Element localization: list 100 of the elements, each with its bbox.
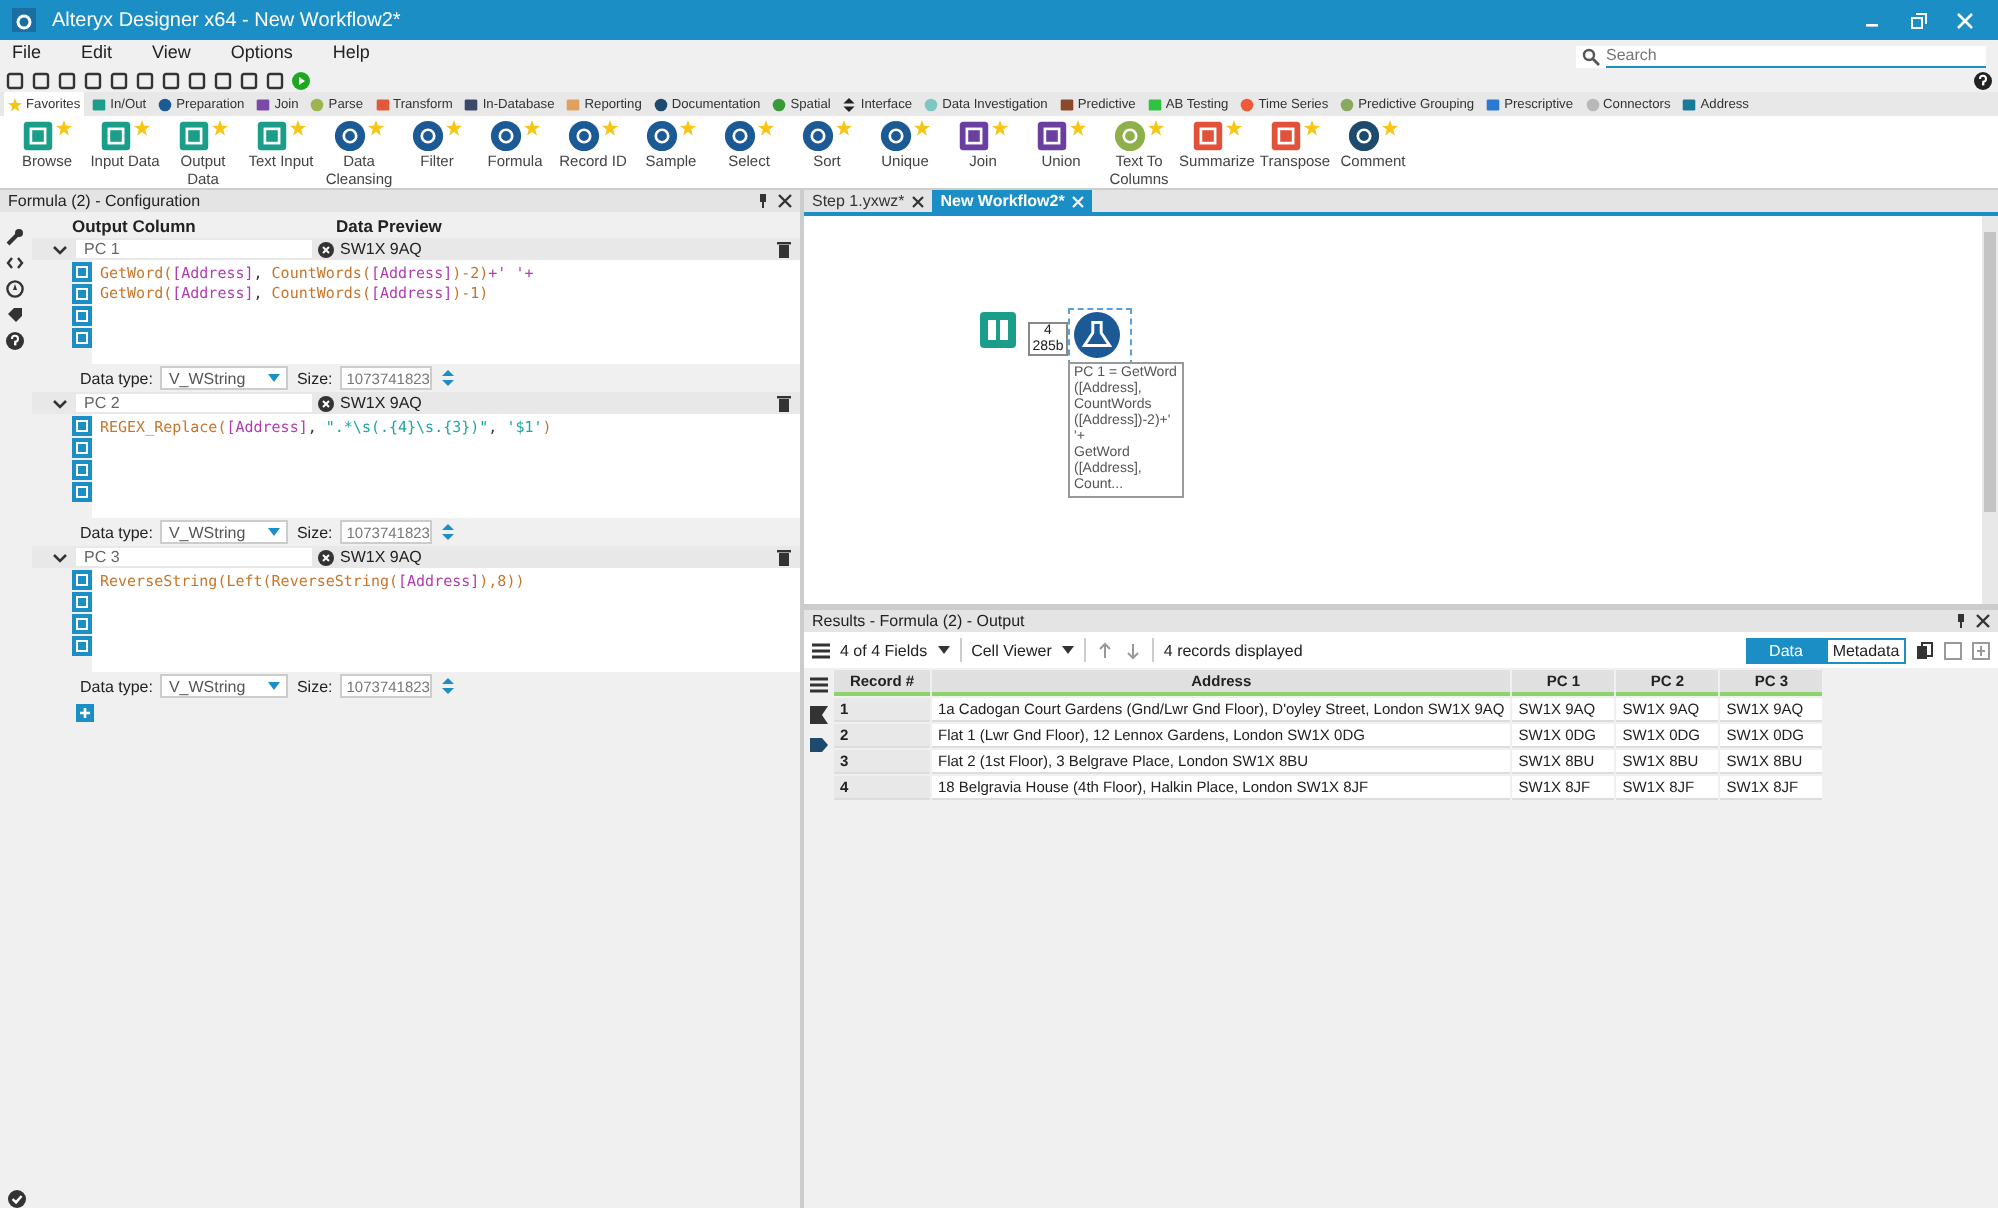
data-preview: SW1X 9AQ [340, 240, 424, 258]
field-label: Size: [296, 677, 333, 695]
flask-icon[interactable] [1074, 312, 1120, 358]
viewer-dropdown[interactable]: Cell Viewer [971, 641, 1052, 659]
star-icon [1382, 120, 1398, 136]
tool-icon[interactable] [1036, 120, 1068, 152]
export-icon[interactable] [1972, 641, 1990, 659]
field-label: Data type: [80, 677, 153, 695]
workflow-tab[interactable]: New Workflow2* [932, 190, 1093, 212]
compass-icon[interactable] [5, 280, 23, 298]
scrollbar[interactable] [1982, 216, 1998, 604]
close-icon[interactable] [1976, 614, 1990, 628]
view-tab[interactable]: Data [1746, 637, 1826, 663]
tool-icon[interactable] [1348, 120, 1380, 152]
star-icon [290, 120, 306, 136]
chevron-down-icon[interactable] [52, 549, 68, 565]
column-header: Data Preview [334, 215, 442, 235]
star-icon [134, 120, 150, 136]
arrow-down-icon[interactable] [1123, 641, 1142, 659]
star-icon [1070, 120, 1086, 136]
star-icon [524, 120, 540, 136]
menu-item[interactable]: Options [230, 42, 293, 62]
output-column-field[interactable]: PC 3 [76, 548, 312, 566]
tool-icon[interactable] [568, 120, 600, 152]
trash-icon[interactable] [776, 548, 792, 566]
panel-title: Results - Formula (2) - Output [812, 612, 1027, 630]
star-icon [758, 120, 774, 136]
output-column-field[interactable]: PC 1 [76, 240, 312, 258]
flag-icon[interactable] [809, 706, 827, 724]
tool-icon[interactable] [1270, 120, 1302, 152]
add-icon[interactable] [76, 703, 94, 721]
spinner-icon[interactable] [440, 522, 457, 542]
tag-icon[interactable] [5, 306, 23, 324]
star-icon [446, 120, 462, 136]
trash-icon[interactable] [776, 240, 792, 258]
tool-icon[interactable] [646, 120, 678, 152]
trash-icon[interactable] [776, 394, 792, 412]
data-preview: SW1X 9AQ [340, 394, 424, 412]
code-icon[interactable] [5, 254, 23, 272]
star-icon [368, 120, 384, 136]
list-icon[interactable] [809, 676, 827, 694]
field-label: Size: [296, 523, 333, 541]
spinner-icon[interactable] [440, 676, 457, 696]
tool-icon[interactable] [412, 120, 444, 152]
spinner-icon[interactable] [440, 368, 457, 388]
star-icon [1226, 120, 1242, 136]
tool-icon[interactable] [958, 120, 990, 152]
star-icon [602, 120, 618, 136]
clear-icon[interactable] [318, 395, 334, 411]
tool-icon[interactable] [880, 120, 912, 152]
tool-icon[interactable] [1192, 120, 1224, 152]
view-tab[interactable]: Metadata [1826, 637, 1906, 663]
tool-icon[interactable] [724, 120, 756, 152]
search-icon [1582, 47, 1600, 65]
run-icon[interactable] [292, 71, 310, 89]
tool-icon[interactable] [334, 120, 366, 152]
clear-icon[interactable] [318, 241, 334, 257]
pin-icon[interactable] [1954, 614, 1968, 628]
caret-icon[interactable] [1061, 646, 1074, 654]
star-icon [992, 120, 1008, 136]
chevron-down-icon[interactable] [52, 395, 68, 411]
data-type-dropdown[interactable]: V_WString [160, 366, 289, 390]
wrench-icon[interactable] [5, 228, 23, 246]
data-preview: SW1X 9AQ [340, 548, 424, 566]
caret-icon[interactable] [937, 646, 950, 654]
star-icon [1148, 120, 1164, 136]
column-header: Output Column [70, 215, 198, 235]
panel-title: Formula (2) - Configuration [8, 192, 203, 210]
help-icon[interactable] [1974, 71, 1992, 89]
menu-item[interactable]: View [152, 42, 191, 62]
star-icon [836, 120, 852, 136]
tool-icon[interactable] [490, 120, 522, 152]
tool-icon[interactable] [802, 120, 834, 152]
output-column-field[interactable]: PC 2 [76, 394, 312, 412]
help-icon[interactable] [5, 332, 23, 350]
restore-icon[interactable] [1910, 11, 1928, 29]
menu-item[interactable]: Help [332, 42, 370, 62]
menu-item[interactable]: Edit [81, 42, 113, 62]
pin-icon[interactable] [756, 194, 770, 208]
menu-item[interactable]: File [12, 42, 42, 62]
list-icon[interactable] [812, 641, 830, 659]
star-icon [1304, 120, 1320, 136]
fields-dropdown[interactable]: 4 of 4 Fields [840, 641, 928, 659]
star-icon [914, 120, 930, 136]
star-icon [680, 120, 696, 136]
data-type-dropdown[interactable]: V_WString [160, 520, 289, 544]
window-title: Alteryx Designer x64 - New Workflow2* [52, 9, 403, 31]
star-icon [56, 120, 72, 136]
field-label: Data type: [80, 369, 153, 387]
clear-icon[interactable] [318, 549, 334, 565]
check-icon [8, 1190, 26, 1208]
chevron-down-icon[interactable] [52, 241, 68, 257]
app-logo-icon [12, 8, 36, 32]
tag-icon[interactable] [809, 736, 827, 754]
arrow-up-icon[interactable] [1095, 641, 1114, 659]
close-icon[interactable] [778, 194, 792, 208]
workflow-tab[interactable]: Step 1.yxwz* [804, 190, 933, 212]
record-count: 4 records displayed [1163, 641, 1303, 659]
close-icon[interactable] [912, 195, 925, 207]
data-type-dropdown[interactable]: V_WString [160, 674, 289, 698]
